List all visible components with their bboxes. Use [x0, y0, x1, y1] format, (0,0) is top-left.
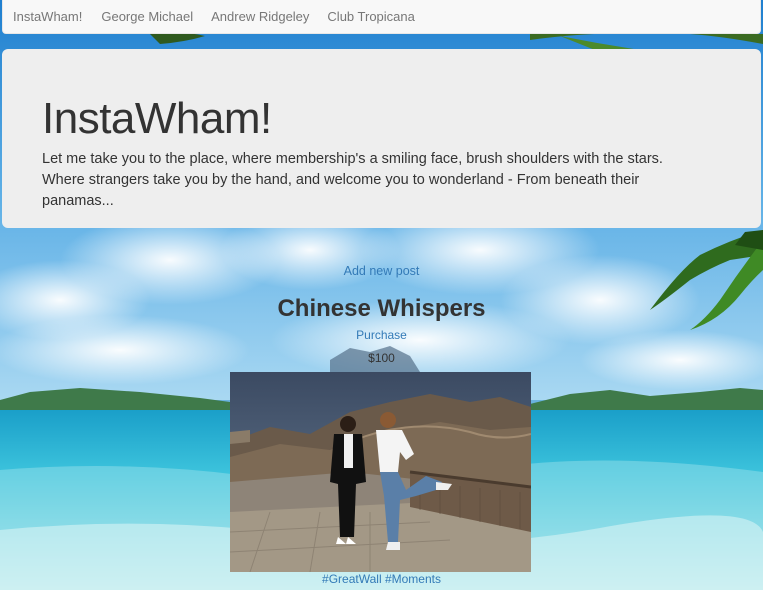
purchase-link[interactable]: Purchase — [0, 328, 763, 342]
nav-link-club-tropicana[interactable]: Club Tropicana — [318, 0, 423, 34]
add-new-post-link[interactable]: Add new post — [0, 264, 763, 278]
post-title: Chinese Whispers — [277, 295, 486, 322]
post-photo — [230, 372, 531, 572]
jumbotron: InstaWham! Let me take you to the place,… — [2, 49, 761, 228]
jumbotron-lyrics: Let me take you to the place, where memb… — [42, 151, 663, 209]
post-price: $100 — [368, 351, 395, 365]
nav-brand-link[interactable]: InstaWham! — [3, 0, 92, 34]
nav-link-andrew-ridgeley[interactable]: Andrew Ridgeley — [202, 0, 318, 34]
top-navbar: InstaWham! George Michael Andrew Ridgele… — [2, 0, 761, 34]
post-hashtags-link[interactable]: #GreatWall #Moments — [0, 572, 763, 586]
page-title: InstaWham! — [42, 94, 272, 143]
nav-link-george-michael[interactable]: George Michael — [92, 0, 202, 34]
